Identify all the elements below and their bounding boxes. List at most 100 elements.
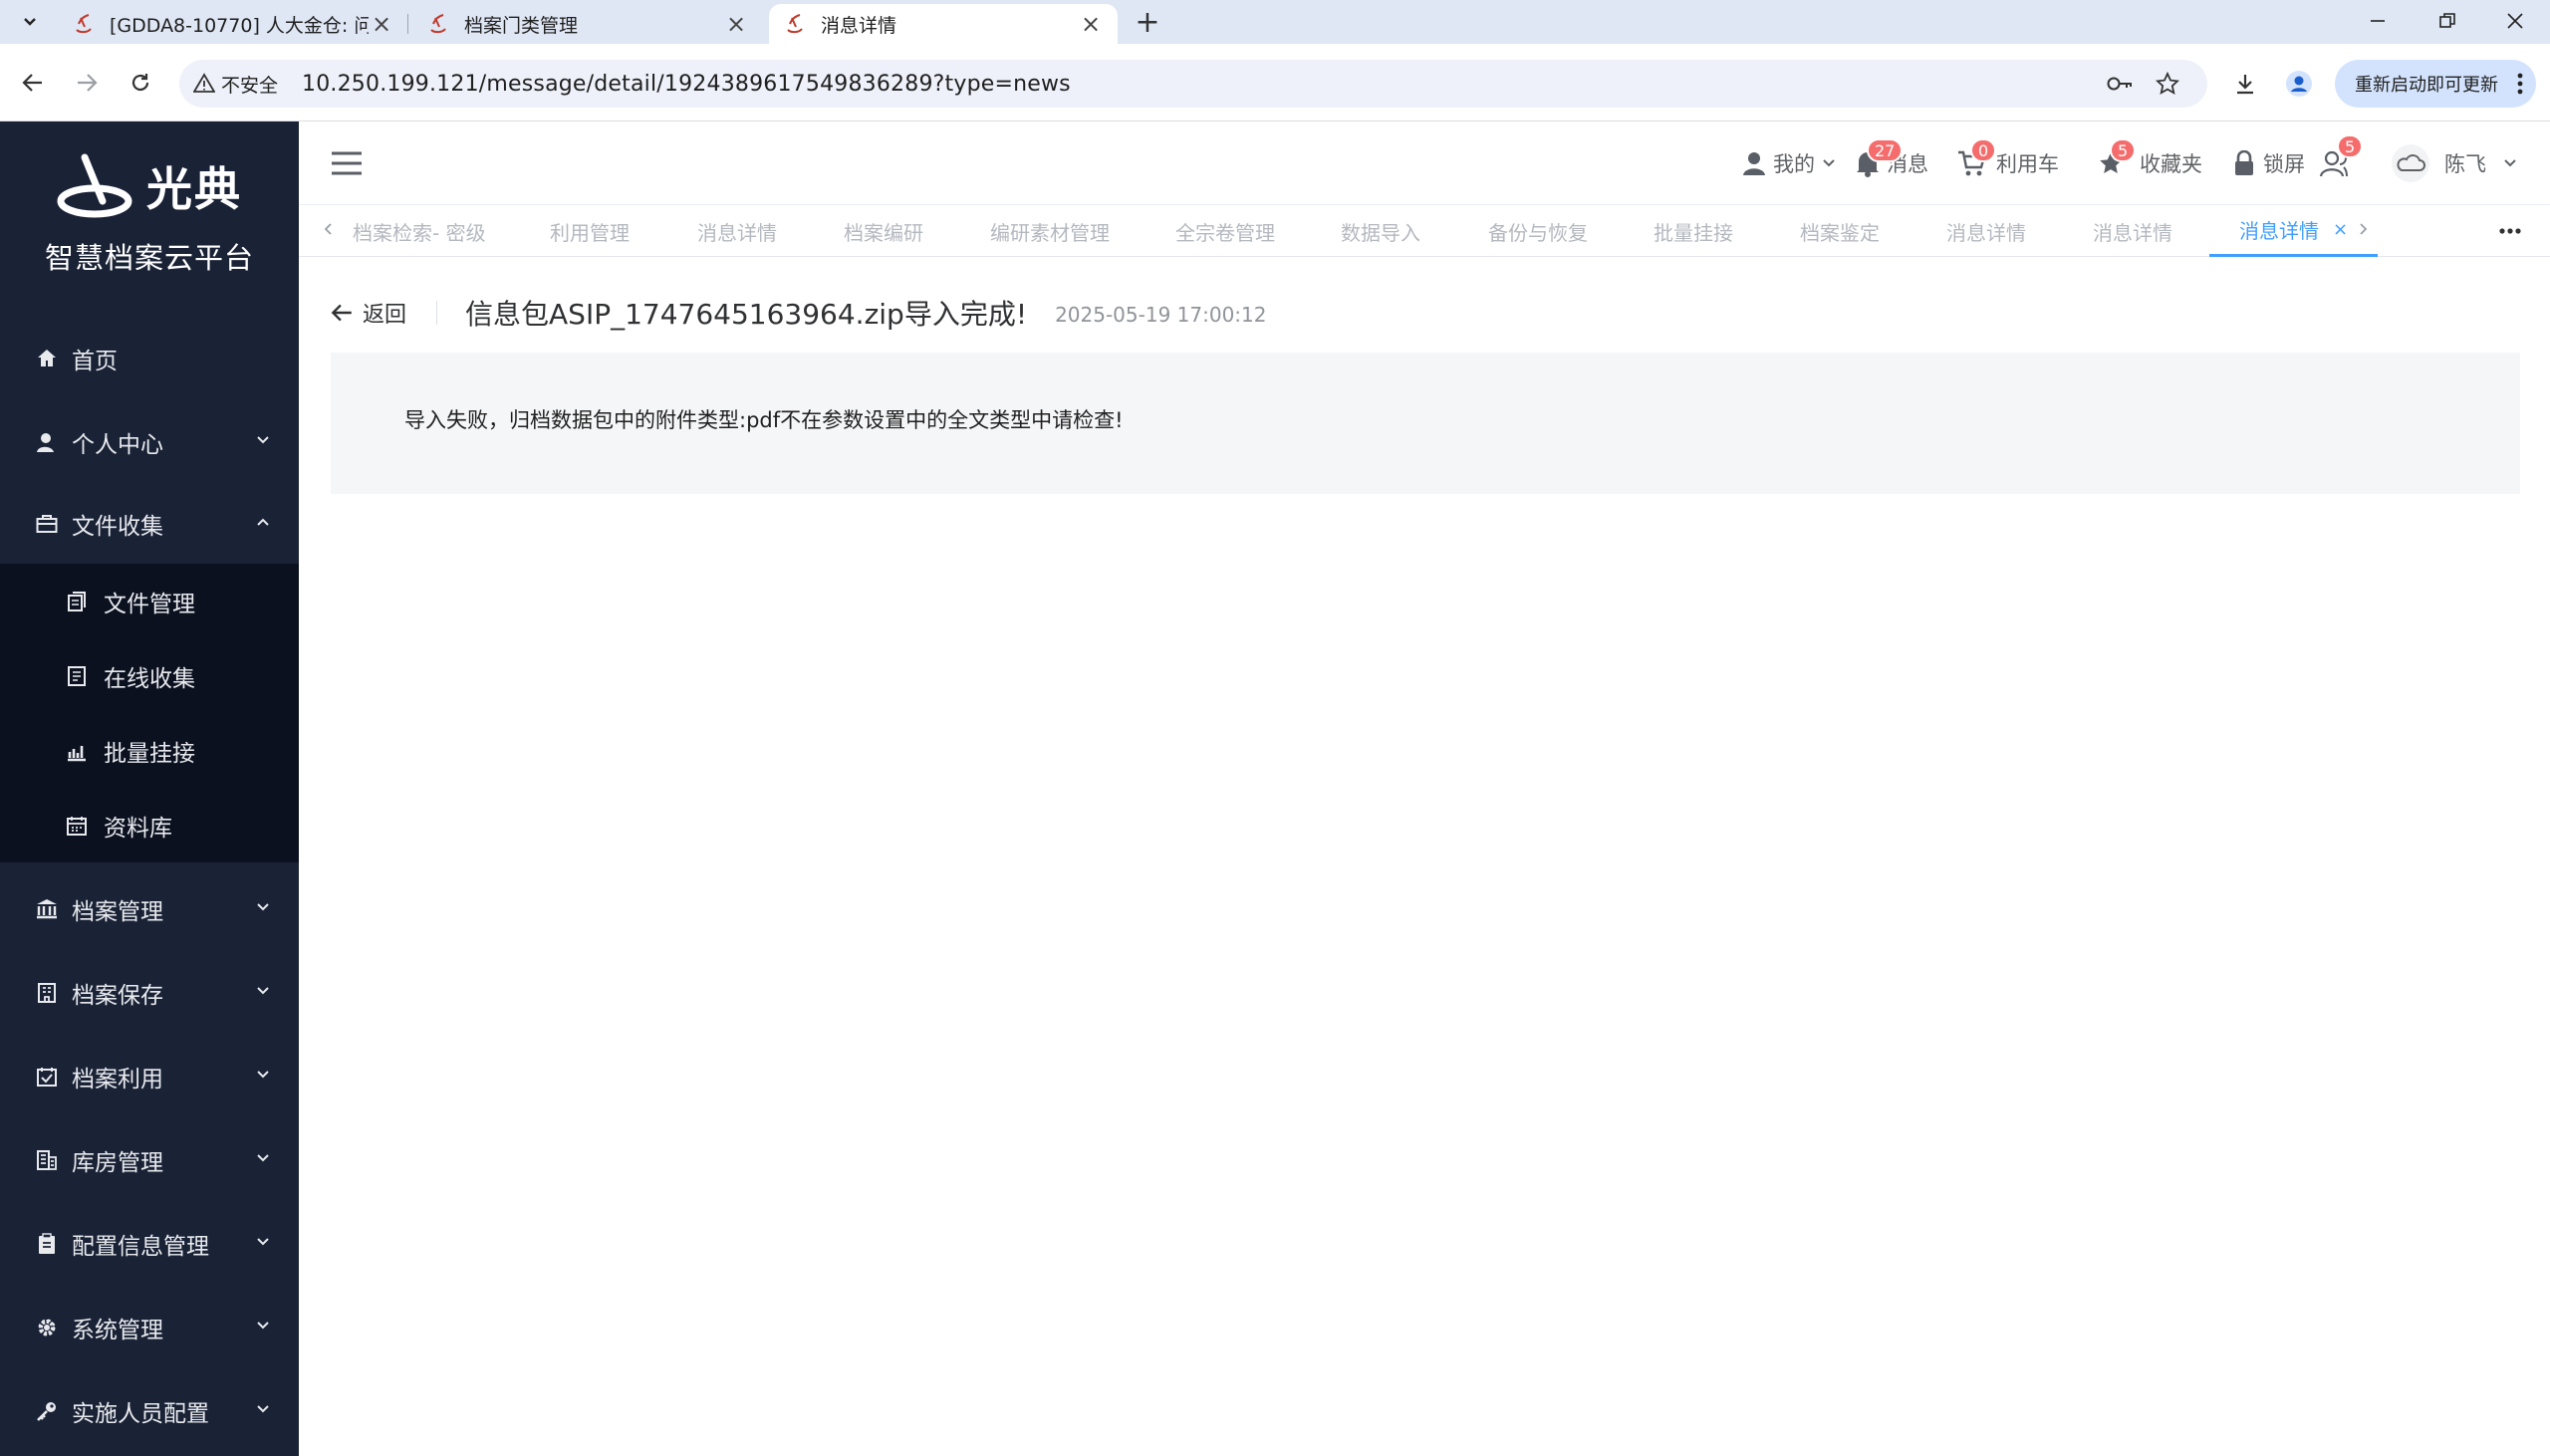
tag-message-detail[interactable]: 消息详情 [697,205,777,257]
browser-tab-1[interactable]: [GDDA8-10770] 人大金仓: 问 × [58,4,408,44]
favorites-button[interactable]: 5 收藏夹 [2096,138,2202,181]
tab-search-button[interactable] [12,6,48,38]
online-users-button[interactable]: 5 [2319,134,2364,181]
sidebar-item-label: 文件管理 [104,591,195,617]
tag-archive-search[interactable]: 档案检索- 密级 [353,205,486,257]
browser-tab-3[interactable]: 消息详情 × [769,4,1118,44]
tags-scroll-left-button[interactable] [317,217,341,241]
close-window-button[interactable] [2480,0,2550,42]
favorites-label: 收藏夹 [2140,152,2202,176]
user-dropdown[interactable]: 陈飞 [2391,143,2518,183]
mine-dropdown[interactable]: 我的 [1739,145,1837,181]
sidebar-item-personal-center[interactable]: 个人中心 [0,400,299,484]
tag-fonds-volume[interactable]: 全宗卷管理 [1175,205,1275,257]
sidebar-item-archive-management[interactable]: 档案管理 [0,867,299,951]
more-horizontal-icon [2499,228,2521,234]
tag-close-icon[interactable]: × [2333,219,2348,240]
tags-more-button[interactable] [2490,217,2530,245]
star-icon [2156,72,2179,95]
more-vertical-icon [2517,73,2523,95]
back-nav-button[interactable] [14,64,52,102]
warning-icon [193,73,215,93]
profile-button[interactable] [2281,66,2317,102]
sidebar-item-archive-utilization[interactable]: 档案利用 [0,1035,299,1118]
sidebar-item-implementer-config[interactable]: 实施人员配置 [0,1369,299,1453]
tag-label: 档案检索- 密级 [353,220,486,245]
tag-label: 消息详情 [1946,220,2026,245]
browser-tab-title: 档案门类管理 [464,14,579,37]
password-key-button[interactable] [2104,68,2136,100]
bank-icon [34,896,60,922]
sidebar-item-data-library[interactable]: 资料库 [0,788,299,862]
browser-tab-2[interactable]: 档案门类管理 × [412,4,763,44]
tag-utilization-management[interactable]: 利用管理 [550,205,630,257]
security-indicator[interactable]: 不安全 [193,71,278,98]
online-users-badge: 5 [2337,134,2364,158]
tag-data-import[interactable]: 数据导入 [1341,205,1420,257]
cart-button[interactable]: 0 利用车 [1956,138,2059,181]
url-text[interactable]: 10.250.199.121/message/detail/1924389617… [302,72,1071,97]
hamburger-button[interactable] [329,147,365,179]
sidebar-item-file-management[interactable]: 文件管理 [0,564,299,638]
minimize-button[interactable] [2343,0,2413,42]
restart-update-button[interactable]: 重新启动即可更新 [2335,60,2536,108]
reload-button[interactable] [122,64,159,102]
sidebar-item-warehouse-management[interactable]: 库房管理 [0,1118,299,1202]
download-icon [2237,75,2253,95]
chevron-right-icon [2360,223,2368,235]
tag-label: 备份与恢复 [1488,220,1588,245]
tag-message-detail[interactable]: 消息详情 [2093,205,2172,257]
tag-label: 档案鉴定 [1800,220,1880,245]
key-icon [34,1398,60,1424]
sidebar-item-system-management[interactable]: 系统管理 [0,1286,299,1369]
forward-nav-button[interactable] [68,64,106,102]
messages-button[interactable]: 27 消息 [1853,138,1928,181]
favorites-badge: 5 [2110,138,2137,162]
tag-archive-compilation[interactable]: 档案编研 [844,205,923,257]
cloud-icon [2392,144,2429,182]
close-tab-icon[interactable]: × [369,10,394,38]
sidebar-item-file-collection[interactable]: 文件收集 [0,482,299,566]
mine-label: 我的 [1773,152,1815,176]
document-icon [64,663,90,689]
security-label: 不安全 [221,74,279,97]
cart-icon: 0 [1956,138,1997,178]
avatar [2391,143,2430,183]
sidebar-item-home[interactable]: 首页 [0,317,299,400]
user-icon [1739,148,1769,178]
tag-archive-appraisal[interactable]: 档案鉴定 [1800,205,1880,257]
sidebar-item-batch-attach[interactable]: 批量挂接 [0,713,299,788]
tag-compilation-material[interactable]: 编研素材管理 [990,205,1110,257]
tags-view: 档案检索- 密级 利用管理 消息详情 档案编研 编研素材管理 全宗卷管理 数据导… [299,205,2550,257]
close-tab-icon[interactable]: × [1078,10,1104,38]
cart-badge: 0 [1970,138,1997,162]
sidebar: 光典 智慧档案云平台 首页 个人中心 文件收集 文件管理 在线收集 批量挂接 资… [0,121,299,1456]
tag-backup-restore[interactable]: 备份与恢复 [1488,205,1588,257]
tag-batch-attach[interactable]: 批量挂接 [1654,205,1733,257]
chevron-down-icon [257,1322,269,1330]
downloads-button[interactable] [2227,66,2263,102]
message-body: 导入失败，归档数据包中的附件类型:pdf不在参数设置中的全文类型中请检查! [331,353,2520,494]
messages-badge: 27 [1867,138,1904,162]
chevron-left-icon [324,223,332,235]
sidebar-item-online-collection[interactable]: 在线收集 [0,638,299,713]
back-button[interactable]: 返回 [329,297,406,329]
sidebar-item-archive-storage[interactable]: 档案保存 [0,951,299,1035]
bookmark-button[interactable] [2152,68,2183,100]
restore-button[interactable] [2413,0,2482,42]
minimize-icon [2371,20,2385,22]
lock-screen-button[interactable]: 锁屏 [2229,145,2305,181]
sidebar-item-label: 档案管理 [72,899,163,925]
chevron-down-icon [257,987,269,995]
new-tab-button[interactable]: + [1132,5,1163,40]
browser-tabstrip: [GDDA8-10770] 人大金仓: 问 × 档案门类管理 × 消息详情 × … [0,0,2550,44]
sidebar-item-label: 配置信息管理 [72,1234,209,1260]
app-header: 我的 27 消息 0 利用车 5 收藏夹 锁屏 5 陈飞 [299,121,2550,205]
close-tab-icon[interactable]: × [723,10,749,38]
sidebar-item-config-management[interactable]: 配置信息管理 [0,1202,299,1286]
address-bar[interactable]: 不安全 10.250.199.121/message/detail/192438… [179,60,2207,108]
bar-chart-icon [64,738,90,764]
page-header: 返回 信息包ASIP_1747645163964.zip导入完成! 2025-0… [329,283,1266,343]
tag-message-detail[interactable]: 消息详情 [1946,205,2026,257]
tags-scroll-right-button[interactable] [2351,217,2375,241]
